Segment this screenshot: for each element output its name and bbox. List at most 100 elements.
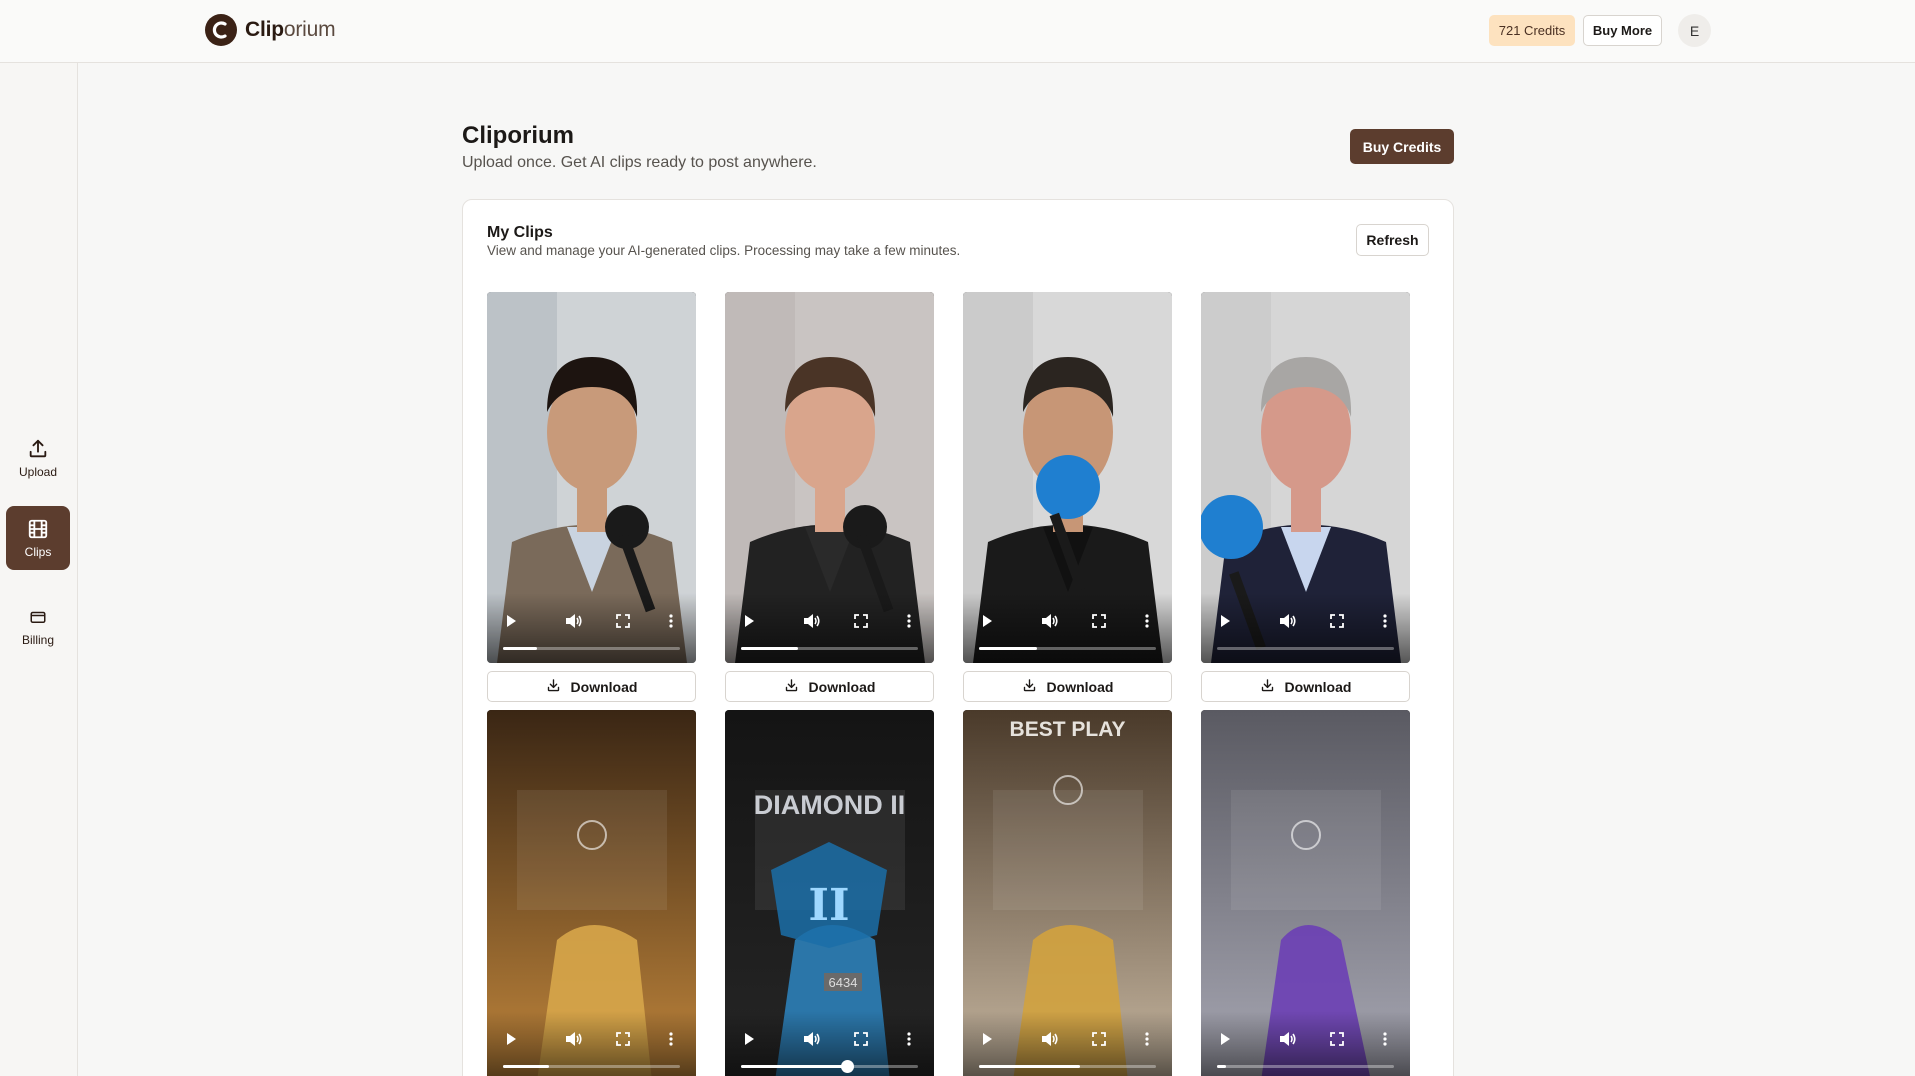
sidebar-item-clips[interactable]: Clips bbox=[6, 506, 70, 570]
refresh-button[interactable]: Refresh bbox=[1356, 224, 1429, 256]
logo-mark-icon bbox=[205, 14, 237, 46]
video-controls bbox=[487, 593, 696, 663]
volume-icon[interactable] bbox=[564, 1029, 584, 1049]
more-options-icon[interactable] bbox=[1137, 1029, 1157, 1049]
video-player[interactable] bbox=[1201, 710, 1410, 1076]
app-logo[interactable]: Cliporium bbox=[205, 14, 336, 46]
download-label: Download bbox=[808, 678, 876, 695]
video-controls bbox=[963, 593, 1172, 663]
volume-icon[interactable] bbox=[1040, 611, 1060, 631]
volume-icon[interactable] bbox=[1278, 611, 1298, 631]
more-options-icon[interactable] bbox=[661, 611, 681, 631]
credit-card-icon bbox=[27, 606, 49, 628]
video-player[interactable]: BEST PLAY bbox=[963, 710, 1172, 1076]
progress-fill bbox=[503, 1065, 550, 1068]
page-title: Cliporium bbox=[462, 122, 574, 149]
play-icon[interactable] bbox=[1215, 611, 1235, 631]
clip-card: Download bbox=[1201, 292, 1410, 702]
more-options-icon[interactable] bbox=[661, 1029, 681, 1049]
more-options-icon[interactable] bbox=[899, 1029, 919, 1049]
volume-icon[interactable] bbox=[802, 611, 822, 631]
fullscreen-icon[interactable] bbox=[1327, 1029, 1347, 1049]
progress-fill bbox=[741, 1065, 848, 1068]
play-icon[interactable] bbox=[739, 611, 759, 631]
progress-handle[interactable] bbox=[841, 1060, 855, 1073]
clip-card: BEST PLAY bbox=[963, 710, 1172, 1076]
progress-bar[interactable] bbox=[979, 1065, 1156, 1068]
video-controls bbox=[963, 1011, 1172, 1076]
play-icon[interactable] bbox=[501, 611, 521, 631]
download-button[interactable]: Download bbox=[1201, 671, 1410, 702]
video-player[interactable] bbox=[725, 292, 934, 663]
play-icon[interactable] bbox=[977, 1029, 997, 1049]
progress-fill bbox=[1217, 1065, 1226, 1068]
svg-text:II: II bbox=[808, 880, 849, 931]
rank-badge-icon: II bbox=[767, 840, 892, 950]
download-icon bbox=[546, 678, 561, 696]
clip-card: Download bbox=[963, 292, 1172, 702]
avatar[interactable]: E bbox=[1678, 14, 1711, 47]
fullscreen-icon[interactable] bbox=[1327, 611, 1347, 631]
progress-fill bbox=[979, 647, 1038, 650]
video-player[interactable] bbox=[487, 710, 696, 1076]
credits-badge: 721 Credits bbox=[1489, 15, 1575, 46]
download-label: Download bbox=[570, 678, 638, 695]
progress-bar[interactable] bbox=[1217, 1065, 1394, 1068]
download-button[interactable]: Download bbox=[725, 671, 934, 702]
progress-bar[interactable] bbox=[979, 647, 1156, 650]
video-player[interactable] bbox=[487, 292, 696, 663]
more-options-icon[interactable] bbox=[1375, 611, 1395, 631]
video-player[interactable] bbox=[963, 292, 1172, 663]
play-icon[interactable] bbox=[739, 1029, 759, 1049]
download-icon bbox=[1260, 678, 1275, 696]
volume-icon[interactable] bbox=[564, 611, 584, 631]
video-controls bbox=[487, 1011, 696, 1076]
sidebar-item-label: Billing bbox=[21, 632, 54, 647]
clip-card: Download bbox=[725, 292, 934, 702]
upload-icon bbox=[27, 438, 49, 460]
fullscreen-icon[interactable] bbox=[613, 1029, 633, 1049]
more-options-icon[interactable] bbox=[1375, 1029, 1395, 1049]
fullscreen-icon[interactable] bbox=[1089, 611, 1109, 631]
download-icon bbox=[784, 678, 799, 696]
progress-bar[interactable] bbox=[741, 647, 918, 650]
download-label: Download bbox=[1284, 678, 1352, 695]
more-options-icon[interactable] bbox=[899, 611, 919, 631]
video-overlay-text: BEST PLAY bbox=[1009, 718, 1126, 741]
progress-bar[interactable] bbox=[503, 647, 680, 650]
video-controls bbox=[1201, 1011, 1410, 1076]
sidebar-item-upload[interactable]: Upload bbox=[6, 426, 70, 490]
play-icon[interactable] bbox=[977, 611, 997, 631]
score-label: 6434 bbox=[824, 973, 862, 991]
volume-icon[interactable] bbox=[1278, 1029, 1298, 1049]
buy-credits-button[interactable]: Buy Credits bbox=[1350, 129, 1454, 164]
volume-icon[interactable] bbox=[1040, 1029, 1060, 1049]
clip-card: Download bbox=[487, 292, 696, 702]
buy-more-button[interactable]: Buy More bbox=[1583, 15, 1662, 46]
fullscreen-icon[interactable] bbox=[851, 611, 871, 631]
play-icon[interactable] bbox=[501, 1029, 521, 1049]
progress-bar[interactable] bbox=[1217, 647, 1394, 650]
clip-card: II 6434 DIAMOND II bbox=[725, 710, 934, 1076]
video-player[interactable]: II 6434 DIAMOND II bbox=[725, 710, 934, 1076]
top-bar: Cliporium 721 Credits Buy More E bbox=[0, 0, 1915, 63]
progress-fill bbox=[503, 647, 537, 650]
fullscreen-icon[interactable] bbox=[613, 611, 633, 631]
download-button[interactable]: Download bbox=[487, 671, 696, 702]
sidebar-item-billing[interactable]: Billing bbox=[6, 594, 70, 658]
progress-bar[interactable] bbox=[503, 1065, 680, 1068]
progress-fill bbox=[741, 647, 798, 650]
progress-bar[interactable] bbox=[741, 1060, 918, 1073]
my-clips-card: My Clips View and manage your AI-generat… bbox=[462, 199, 1454, 1076]
video-controls bbox=[1201, 593, 1410, 663]
fullscreen-icon[interactable] bbox=[1089, 1029, 1109, 1049]
fullscreen-icon[interactable] bbox=[851, 1029, 871, 1049]
progress-fill bbox=[979, 1065, 1080, 1068]
download-button[interactable]: Download bbox=[963, 671, 1172, 702]
more-options-icon[interactable] bbox=[1137, 611, 1157, 631]
volume-icon[interactable] bbox=[802, 1029, 822, 1049]
card-subtitle: View and manage your AI-generated clips.… bbox=[487, 243, 961, 258]
play-icon[interactable] bbox=[1215, 1029, 1235, 1049]
video-player[interactable] bbox=[1201, 292, 1410, 663]
video-controls bbox=[725, 1011, 934, 1076]
